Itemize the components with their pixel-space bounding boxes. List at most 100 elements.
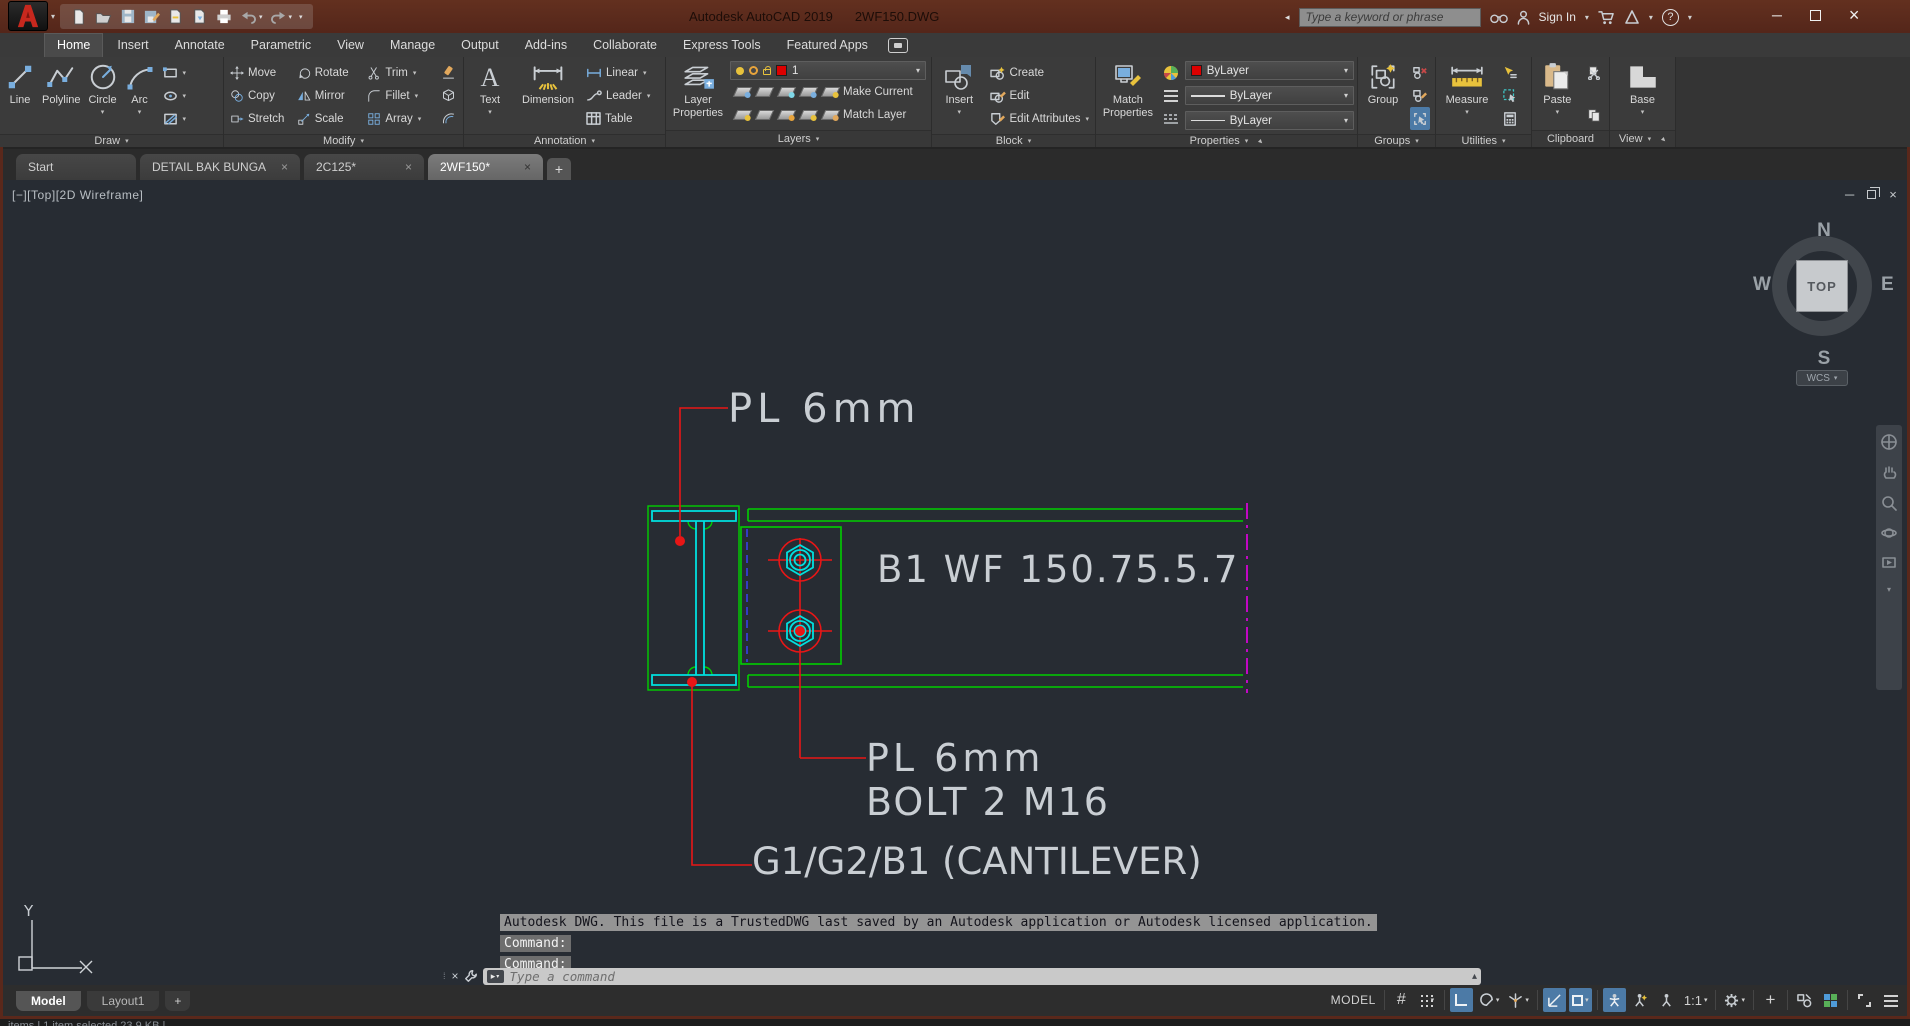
tab-close-icon[interactable]: ×	[281, 160, 288, 174]
quick-select-button[interactable]	[1500, 61, 1520, 84]
layer-color-swatch[interactable]	[776, 65, 787, 76]
model-space-button[interactable]: MODEL	[1328, 988, 1379, 1012]
autocad-logo[interactable]	[8, 1, 48, 31]
ribbon-tab-addins[interactable]: Add-ins	[513, 34, 579, 57]
layer-thaw-all-icon[interactable]	[776, 109, 797, 121]
panel-label-modify[interactable]: Modify ▾	[224, 134, 463, 147]
pan-icon[interactable]	[1881, 465, 1897, 481]
rectangle-tool-button[interactable]: ▾	[160, 61, 190, 84]
quick-calculator-button[interactable]	[1500, 107, 1520, 130]
infocenter-collapse-icon[interactable]: ◂	[1285, 12, 1290, 23]
plot-preview-icon[interactable]	[167, 8, 184, 25]
workspace-switching-button[interactable]: ▾	[1721, 988, 1748, 1012]
beam-plan-view[interactable]	[740, 508, 1243, 688]
new-file-icon[interactable]	[70, 8, 87, 25]
move-button[interactable]: Move	[227, 61, 291, 84]
annotation-scale-button[interactable]: 1:1 ▾	[1681, 988, 1711, 1012]
array-caret-icon[interactable]: ▾	[418, 115, 422, 123]
rectangle-caret-icon[interactable]: ▾	[183, 69, 187, 77]
orbit-icon[interactable]	[1881, 525, 1897, 541]
annotation-visibility-toggle[interactable]	[1602, 988, 1626, 1012]
base-button[interactable]: Base ▾	[1617, 59, 1669, 128]
layer-freeze-icon[interactable]	[776, 86, 797, 98]
layer-thaw-icon[interactable]	[749, 66, 758, 75]
object-color-button[interactable]	[1160, 61, 1182, 84]
linear-caret-icon[interactable]: ▾	[643, 69, 647, 77]
layer-make-current-icon[interactable]	[820, 86, 841, 98]
command-close-icon[interactable]: ×	[452, 969, 459, 983]
text-caret-icon[interactable]: ▾	[488, 109, 492, 117]
ribbon-tab-collaborate[interactable]: Collaborate	[581, 34, 669, 57]
arc-button[interactable]: Arc ▾	[123, 59, 157, 132]
tab-close-icon[interactable]: ×	[405, 160, 412, 174]
layer-off-icon[interactable]	[732, 86, 753, 98]
file-tab-2wf150[interactable]: 2WF150* ×	[428, 154, 543, 180]
view-expander-icon[interactable]: ▸	[1659, 134, 1668, 143]
hatch-tool-button[interactable]: ▾	[160, 107, 190, 130]
make-current-label[interactable]: Make Current	[843, 86, 913, 98]
sign-in-button[interactable]: Sign In	[1539, 10, 1576, 24]
ungroup-button[interactable]	[1410, 61, 1430, 84]
object-snap-tracking-toggle[interactable]	[1542, 988, 1566, 1012]
ucs-icon[interactable]	[18, 920, 93, 974]
feedback-app-icon[interactable]	[887, 38, 908, 53]
command-drag-handle[interactable]: ⁞	[443, 971, 447, 981]
mirror-button[interactable]: Mirror	[294, 84, 362, 107]
annotation-monitor-button[interactable]: +	[1759, 988, 1782, 1012]
group-selection-toggle[interactable]	[1410, 107, 1430, 130]
end-plate-section[interactable]	[647, 505, 740, 691]
panel-label-clipboard[interactable]: Clipboard	[1532, 130, 1609, 147]
viewcube-south[interactable]: S	[1765, 348, 1883, 370]
snap-toggle[interactable]: ▾	[1416, 988, 1439, 1012]
layer-dropdown[interactable]: 1 ▾	[730, 61, 926, 80]
ribbon-tab-express-tools[interactable]: Express Tools	[671, 34, 773, 57]
isometric-drafting-toggle[interactable]: ▾	[1505, 988, 1532, 1012]
command-history-expand-icon[interactable]: ▴	[1472, 971, 1477, 982]
ibeam-end-view[interactable]	[651, 510, 737, 686]
group-button[interactable]: Group	[1361, 59, 1405, 132]
viewcube-north[interactable]: N	[1765, 220, 1883, 242]
zoom-icon[interactable]	[1881, 495, 1897, 511]
stretch-button[interactable]: Stretch	[227, 107, 291, 130]
lineweight-dropdown[interactable]: ByLayer ▾	[1184, 86, 1354, 105]
ribbon-tab-annotate[interactable]: Annotate	[163, 34, 237, 57]
graphics-performance-button[interactable]	[1819, 988, 1842, 1012]
insert-block-button[interactable]: Insert ▾	[935, 59, 984, 132]
layer-on-all-icon[interactable]	[732, 109, 753, 121]
layer-unlock-icon[interactable]	[763, 66, 771, 75]
properties-expander-icon[interactable]: ▸	[1257, 136, 1266, 145]
model-space-canvas[interactable]: [−][Top][2D Wireframe] ─ × PL 6mm B1 WF …	[0, 180, 1910, 985]
navigation-bar[interactable]: ▾	[1876, 425, 1902, 690]
a360-icon[interactable]	[1624, 9, 1640, 25]
select-objects-button[interactable]	[1500, 84, 1520, 107]
ellipse-tool-button[interactable]: ▾	[160, 84, 190, 107]
layer-on-icon[interactable]	[736, 66, 744, 75]
array-button[interactable]: Array ▾	[364, 107, 434, 130]
grid-toggle[interactable]: #	[1390, 988, 1413, 1012]
linetype-caret-icon[interactable]: ▾	[1344, 116, 1348, 125]
match-properties-button[interactable]: Match Properties	[1099, 59, 1157, 132]
sign-in-caret-icon[interactable]: ▾	[1585, 13, 1589, 22]
model-tab[interactable]: Model	[16, 991, 81, 1011]
layer-dropdown-caret-icon[interactable]: ▾	[916, 66, 920, 75]
ellipse-caret-icon[interactable]: ▾	[183, 92, 187, 100]
command-customize-wrench-icon[interactable]	[464, 969, 478, 983]
label-plate-bottom[interactable]: PL 6mm	[866, 736, 1044, 780]
new-layout-button[interactable]: +	[165, 991, 191, 1011]
viewcube-west[interactable]: W	[1753, 274, 1771, 296]
publish-icon[interactable]	[191, 8, 208, 25]
panel-label-view[interactable]: View ▾ ▸	[1610, 130, 1675, 147]
leader-caret-icon[interactable]: ▾	[647, 92, 651, 100]
linetype-button[interactable]	[1160, 107, 1182, 130]
panel-label-annotation[interactable]: Annotation ▾	[464, 134, 665, 147]
color-dropdown[interactable]: ByLayer ▾	[1184, 61, 1354, 80]
panel-label-block[interactable]: Block ▾	[932, 134, 1095, 147]
line-button[interactable]: Line	[3, 59, 37, 132]
arc-caret-icon[interactable]: ▾	[138, 109, 142, 117]
layer-match-icon[interactable]	[820, 109, 841, 121]
undo-button[interactable]: ▾	[240, 9, 263, 24]
insert-caret-icon[interactable]: ▾	[958, 109, 962, 117]
autoscale-toggle[interactable]	[1629, 988, 1652, 1012]
scale-button[interactable]: Scale	[294, 107, 362, 130]
offset-button[interactable]	[438, 107, 459, 130]
